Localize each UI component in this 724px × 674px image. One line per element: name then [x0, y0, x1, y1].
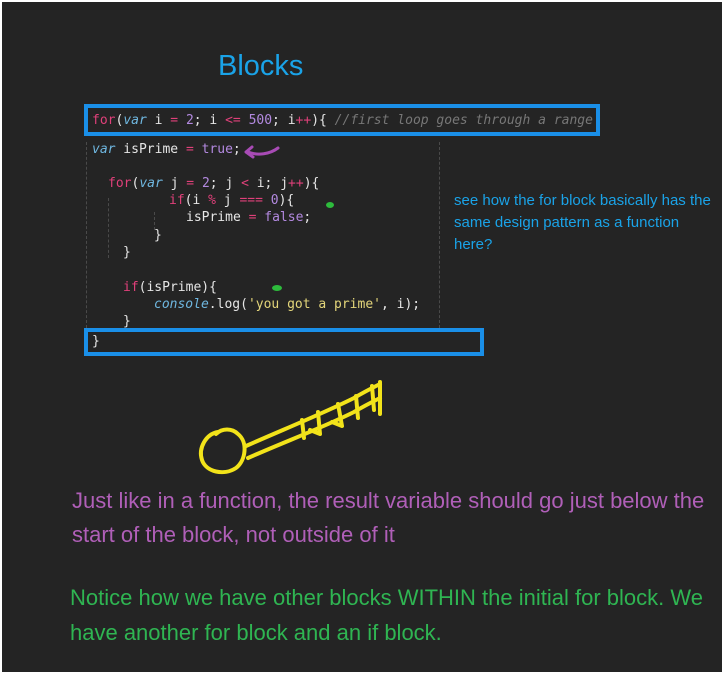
curved-arrow-icon [244, 145, 280, 159]
note-green: Notice how we have other blocks WITHIN t… [70, 585, 703, 645]
slide-canvas: Blocks for(var i = 2; i <= 500; i++){ //… [2, 2, 722, 672]
key-drawing-icon [199, 380, 382, 475]
note-purple: Just like in a function, the result vari… [72, 488, 705, 547]
green-dot-icon [272, 285, 282, 291]
green-dot-icon [326, 202, 334, 208]
annotation-layer [199, 145, 382, 475]
